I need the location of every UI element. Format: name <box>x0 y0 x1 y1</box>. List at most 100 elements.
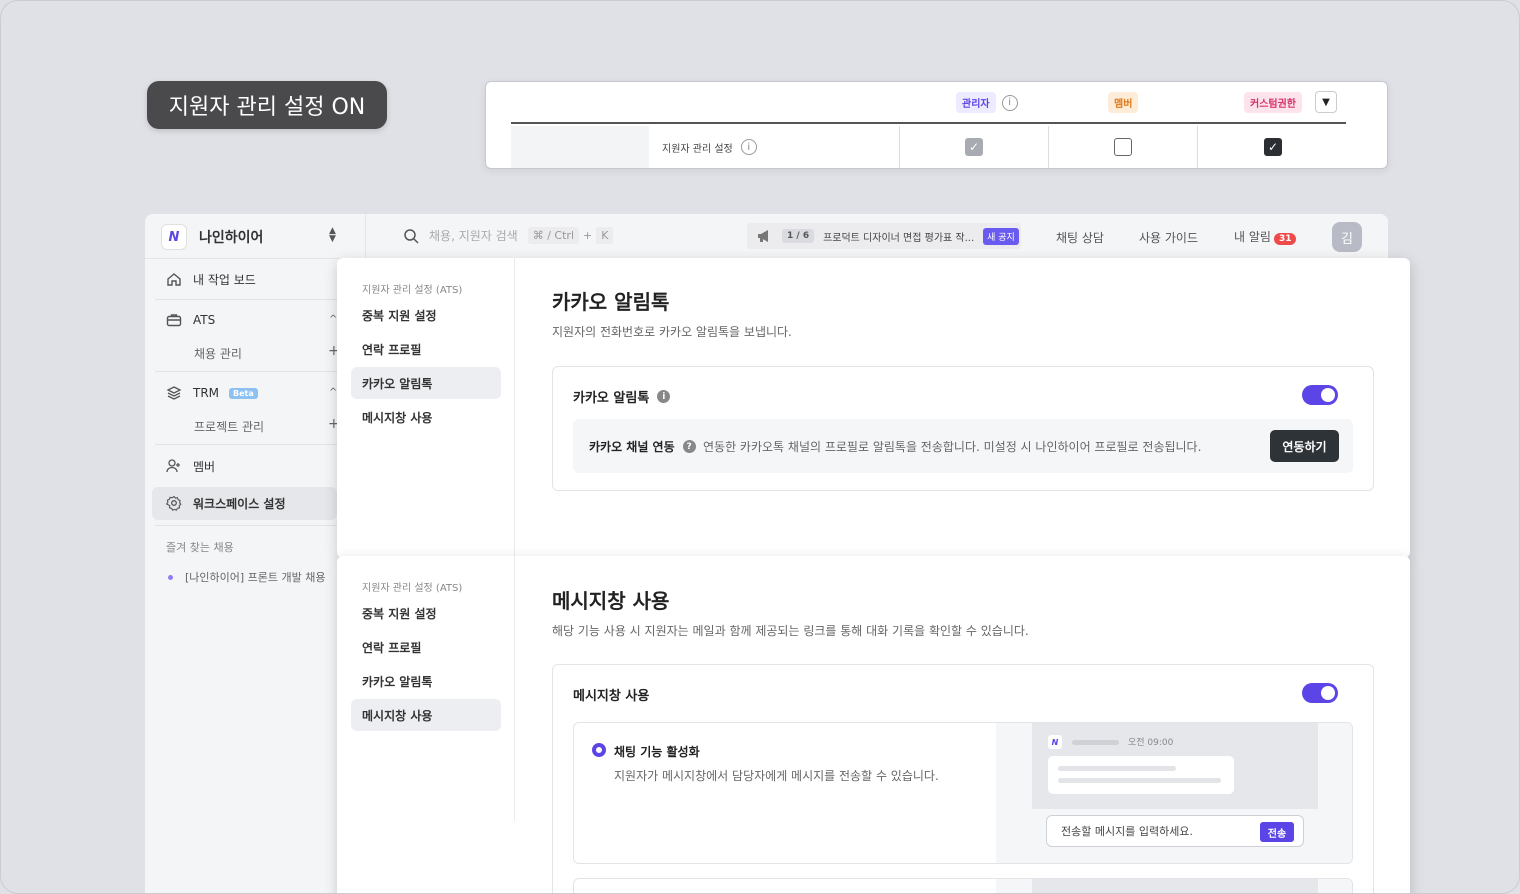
sidebar-item-workspace-settings[interactable]: 워크스페이스 설정 <box>165 494 286 512</box>
feature-pill: 지원자 관리 설정 ON <box>147 81 387 129</box>
page-title: 메시지창 사용 <box>552 589 670 613</box>
settings-panel-messenger: 지원자 관리 설정 (ATS) 중복 지원 설정 연락 프로필 카카오 알림톡 … <box>337 556 1410 893</box>
info-icon[interactable]: i <box>1001 94 1018 111</box>
settings-nav-kakao[interactable]: 카카오 알림톡 <box>351 665 501 697</box>
search-placeholder: 채용, 지원자 검색 <box>429 229 518 243</box>
avatar[interactable]: 김 <box>1332 222 1362 252</box>
settings-panel-kakao: 지원자 관리 설정 (ATS) 중복 지원 설정 연락 프로필 카카오 알림톡 … <box>337 258 1410 558</box>
feature-pill-label: 지원자 관리 설정 ON <box>168 95 366 120</box>
megaphone-icon <box>758 230 768 242</box>
briefcase-icon <box>165 311 183 329</box>
help-icon[interactable]: ? <box>682 440 696 453</box>
permission-row-text: 지원자 관리 설정 <box>662 143 733 155</box>
message-input-placeholder: 전송할 메시지를 입력하세요. <box>1061 825 1193 838</box>
settings-nav-contact-profile[interactable]: 연락 프로필 <box>351 631 501 663</box>
kakao-channel-label: 카카오 채널 연동 ? <box>589 438 696 455</box>
up-down-chevron-icon[interactable]: ▲ ▼ <box>329 227 336 244</box>
sidebar-subitem-recruit-manage[interactable]: 채용 관리 <box>194 345 242 362</box>
beta-badge: Beta <box>229 387 258 399</box>
sidebar-subitem-project-manage[interactable]: 프로젝트 관리 <box>194 418 264 435</box>
chat-enable-title: 채팅 기능 활성화 <box>614 745 700 759</box>
connect-button[interactable]: 연동하기 <box>1270 430 1339 462</box>
notice-banner[interactable]: 1 / 6 프로덕트 디자이너 면접 평가표 작... 새 공지 <box>747 223 1021 249</box>
kakao-channel-row: 카카오 채널 연동 ? 연동한 카카오톡 채널의 프로필로 알림톡을 전송합니다… <box>573 419 1353 473</box>
kakao-settings-box: 카카오 알림톡 i 카카오 채널 연동 ? 연동한 카카오톡 채널의 프로필로 … <box>552 366 1374 491</box>
settings-nav-heading: 지원자 관리 설정 (ATS) <box>362 285 463 296</box>
role-badge-member: 멤버 <box>1108 92 1139 113</box>
message-bubble <box>1048 756 1234 794</box>
message-time: 오전 09:00 <box>1128 738 1174 748</box>
message-line-placeholder <box>1058 778 1221 783</box>
page-description: 지원자의 전화번호로 카카오 알림톡을 보냅니다. <box>552 325 792 339</box>
divider <box>365 214 366 259</box>
home-icon <box>165 270 183 288</box>
settings-nav-heading: 지원자 관리 설정 (ATS) <box>362 583 463 594</box>
role-dropdown-button[interactable]: ▼ <box>1315 91 1337 113</box>
new-notice-badge: 새 공지 <box>983 227 1019 245</box>
workspace-name: 나인하이어 <box>199 230 264 246</box>
chat-enable-description: 지원자가 메시지창에서 담당자에게 메시지를 전송할 수 있습니다. <box>614 769 939 783</box>
checkbox-custom-checked[interactable]: ✓ <box>1264 138 1282 156</box>
chat-support-link[interactable]: 채팅 상담 <box>1056 229 1104 246</box>
settings-nav-duplicate[interactable]: 중복 지원 설정 <box>351 597 501 629</box>
user-guide-link[interactable]: 사용 가이드 <box>1139 229 1198 246</box>
cell-member <box>1048 126 1197 168</box>
permission-row: 지원자 관리 설정 i ✓ ✓ <box>511 126 1346 168</box>
settings-nav-messenger[interactable]: 메시지창 사용 <box>351 699 501 731</box>
settings-nav-contact-profile[interactable]: 연락 프로필 <box>351 333 501 365</box>
top-bar: N 나인하이어 ▲ ▼ 채용, 지원자 검색 ⌘ / Ctrl + K 1 / 6… <box>145 214 1388 259</box>
divider <box>155 525 337 526</box>
cell-custom: ✓ <box>1197 126 1348 168</box>
search-icon <box>404 228 419 244</box>
user-plus-icon <box>165 457 183 475</box>
bullet-dot-icon <box>168 574 173 580</box>
workspace-logo-icon: N <box>161 224 187 250</box>
message-input-preview: 전송할 메시지를 입력하세요. 전송 <box>1046 815 1304 847</box>
shortcut-plus: + <box>583 229 593 242</box>
chat-preview-messages: N 오전 09:00 <box>1032 723 1318 809</box>
sidebar-item-dashboard[interactable]: 내 작업 보드 <box>165 270 256 288</box>
layers-icon <box>165 384 183 402</box>
sidebar: 내 작업 보드 ATS ^ 채용 관리 + TRM Beta ^ 프로젝트 관리… <box>145 259 340 893</box>
settings-nav-duplicate[interactable]: 중복 지원 설정 <box>351 299 501 331</box>
chat-enable-option[interactable]: 채팅 기능 활성화 지원자가 메시지창에서 담당자에게 메시지를 전송할 수 있… <box>573 722 1353 864</box>
kakao-toggle[interactable] <box>1302 385 1338 405</box>
canvas: 지원자 관리 설정 ON 관리자 i 멤버 커스텀권한 ▼ 지원자 관리 설정 … <box>0 0 1520 894</box>
settings-nav-messenger[interactable]: 메시지창 사용 <box>351 401 501 433</box>
info-icon[interactable]: i <box>657 390 671 403</box>
favorites-heading: 즐겨 찾는 채용 <box>166 541 234 554</box>
checkbox-admin-checked-disabled: ✓ <box>965 138 983 156</box>
role-custom: 커스텀권한 <box>1244 92 1302 113</box>
sidebar-item-label: 내 작업 보드 <box>193 272 256 287</box>
sender-name-placeholder <box>1072 740 1119 745</box>
kakao-channel-description: 연동한 카카오톡 채널의 프로필로 알림톡을 전송합니다. 미설정 시 나인하이… <box>703 440 1202 454</box>
my-notifications-link[interactable]: 내 알림 31 <box>1234 228 1297 245</box>
sidebar-item-ats[interactable]: ATS <box>165 311 215 329</box>
role-member: 멤버 <box>1108 92 1139 113</box>
favorite-recruit-item[interactable]: [나인하이어] 프론트 개발 채용 <box>168 569 326 585</box>
notification-count-badge: 31 <box>1273 233 1297 245</box>
shortcut-key-modifier: ⌘ / Ctrl <box>527 227 580 244</box>
permission-table: 관리자 i 멤버 커스텀권한 ▼ 지원자 관리 설정 i ✓ ✓ <box>485 81 1388 169</box>
notice-text: 프로덕트 디자이너 면접 평가표 작... <box>823 232 975 244</box>
sidebar-item-member[interactable]: 멤버 <box>165 457 215 475</box>
search-bar[interactable]: 채용, 지원자 검색 ⌘ / Ctrl + K <box>403 227 614 244</box>
message-line-placeholder <box>1058 766 1176 771</box>
second-option[interactable] <box>573 878 1353 893</box>
info-icon[interactable]: i <box>740 139 757 155</box>
sidebar-item-label: TRM <box>193 386 220 400</box>
checkbox-member-unchecked[interactable] <box>1114 138 1132 156</box>
sidebar-item-label: ATS <box>193 313 216 327</box>
row-label-background <box>511 126 649 168</box>
shortcut-key-k: K <box>596 227 614 244</box>
kakao-box-title-text: 카카오 알림톡 <box>573 391 650 406</box>
chat-enable-radio[interactable] <box>592 743 606 757</box>
settings-nav-kakao[interactable]: 카카오 알림톡 <box>351 367 501 399</box>
role-admin: 관리자 i <box>956 92 1018 113</box>
messenger-toggle[interactable] <box>1302 683 1338 703</box>
sidebar-item-trm[interactable]: TRM Beta <box>165 384 258 402</box>
kakao-box-title: 카카오 알림톡 i <box>573 387 671 406</box>
messenger-settings-box: 메시지창 사용 채팅 기능 활성화 지원자가 메시지창에서 담당자에게 메시지를… <box>552 664 1374 893</box>
second-option-preview-top <box>1032 879 1318 893</box>
workspace-switcher[interactable]: N 나인하이어 <box>161 224 263 250</box>
